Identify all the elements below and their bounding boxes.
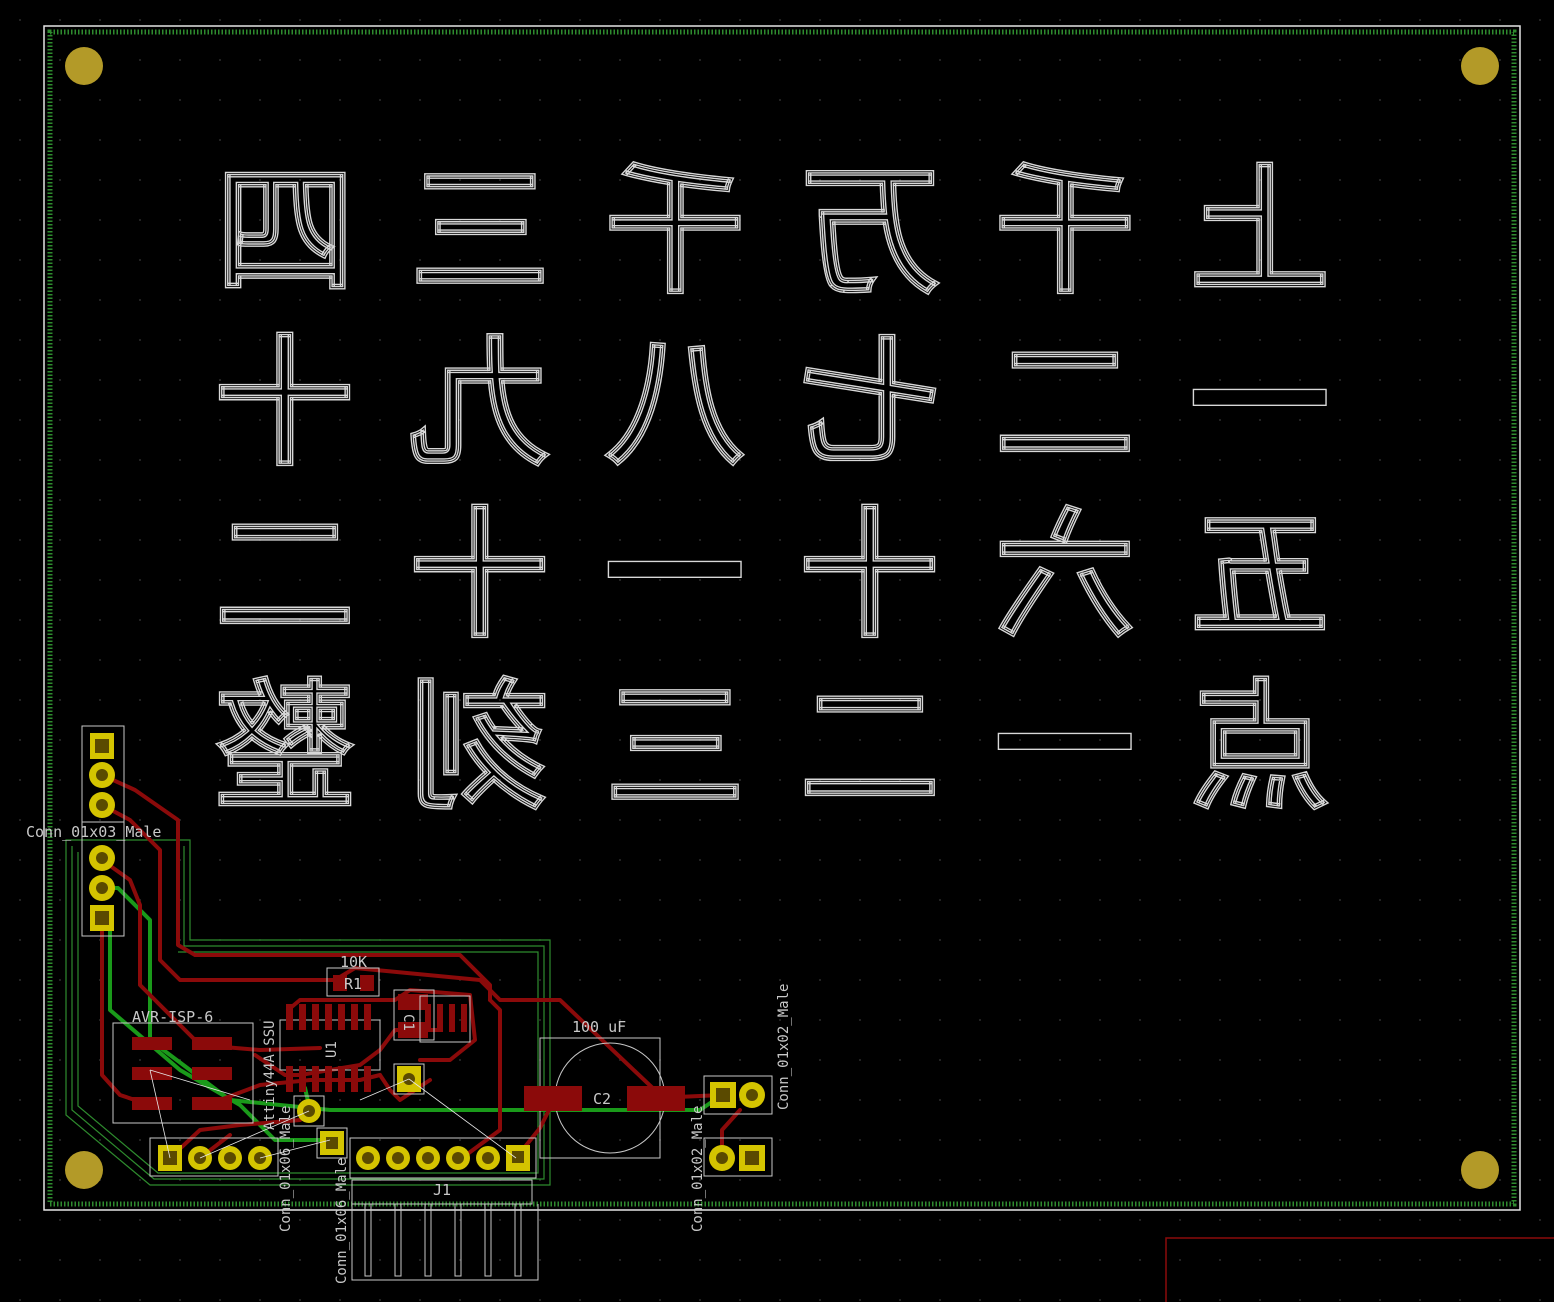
smd-pad[interactable] — [524, 1086, 582, 1111]
ic-pin-pad[interactable] — [286, 1066, 293, 1092]
header-pin-pad[interactable] — [739, 1082, 765, 1108]
artwork-glyph: 点 — [1190, 667, 1330, 830]
ic-pin-pad[interactable] — [299, 1066, 306, 1092]
artwork-glyph: 上 — [1190, 151, 1330, 314]
artwork-glyph: 五 — [1190, 495, 1330, 658]
header-pin-pad[interactable] — [89, 845, 115, 871]
ic-pin-pad[interactable] — [364, 1066, 371, 1092]
ic-pin-pad[interactable] — [312, 1004, 319, 1030]
header-pin-pad[interactable] — [416, 1146, 440, 1170]
artwork-glyph: 十 — [800, 495, 940, 658]
artwork-glyph: 万 — [800, 151, 940, 314]
ic-pin-pad[interactable] — [338, 1004, 345, 1030]
mounting-hole[interactable] — [1461, 1151, 1499, 1189]
artwork-glyph: 二 — [995, 323, 1135, 486]
artwork-glyph: 七 — [800, 323, 940, 486]
artwork-glyph: 二 — [800, 667, 940, 830]
mounting-hole[interactable] — [65, 47, 103, 85]
smd-pad[interactable] — [192, 1067, 232, 1080]
artwork-glyph: 千 — [605, 151, 745, 314]
ic-pin-pad[interactable] — [351, 1004, 358, 1030]
artwork-glyph: 一 — [605, 495, 745, 658]
artwork-glyph: 六 — [995, 495, 1135, 658]
ic-pin-pad[interactable] — [286, 1004, 293, 1030]
ic-pin-pad[interactable] — [299, 1004, 306, 1030]
r1-value-label: 10K — [340, 953, 367, 971]
ic-pin-pad[interactable] — [325, 1004, 332, 1030]
header-pin-pad[interactable] — [446, 1146, 470, 1170]
header-pin-pad[interactable] — [89, 792, 115, 818]
header-pin-pad[interactable] — [90, 905, 114, 931]
conn-01x03-label: Conn_01x03_Male — [26, 823, 161, 841]
r1-ref-label: R1 — [344, 975, 362, 993]
avr-isp-label: AVR-ISP-6 — [132, 1008, 213, 1026]
header-pin-pad[interactable] — [709, 1145, 735, 1171]
smd-pad[interactable] — [192, 1097, 232, 1110]
artwork-glyph: 一 — [1190, 323, 1330, 486]
smd-pad[interactable] — [425, 1004, 431, 1032]
smd-pad[interactable] — [461, 1004, 467, 1032]
artwork-glyph: 十 — [215, 323, 355, 486]
test-pad[interactable] — [316, 1127, 348, 1159]
conn-01x02-label: Conn_01x02_Male — [776, 984, 792, 1110]
j1-ref-label: J1 — [433, 1181, 451, 1199]
conn-01x02-label: Conn_01x02_Male — [690, 1106, 706, 1232]
header-pin-pad[interactable] — [89, 875, 115, 901]
j1-value-label: Conn_01x06_Male — [334, 1158, 350, 1284]
header-pin-pad[interactable] — [476, 1146, 500, 1170]
artwork-glyph: 刻 — [410, 667, 550, 830]
pcb-layout-view: 四三千万千上十九八七二一二十一十六五整刻三二一点 Conn_01x03_Male… — [0, 0, 1554, 1302]
conn-01x06-label: Conn_01x06_Male — [278, 1106, 294, 1232]
artwork-glyph: 一 — [995, 667, 1135, 830]
artwork-glyph: 八 — [604, 323, 745, 486]
ic-pin-pad[interactable] — [351, 1066, 358, 1092]
ic-pin-pad[interactable] — [312, 1066, 319, 1092]
header-pin-pad[interactable] — [218, 1146, 242, 1170]
artwork-glyph: 十 — [410, 495, 550, 658]
c1-ref-label: C1 — [400, 1014, 416, 1031]
c2-ref-label: C2 — [593, 1090, 611, 1108]
ic-pin-pad[interactable] — [325, 1066, 332, 1092]
smd-pad[interactable] — [437, 1004, 443, 1032]
mounting-hole[interactable] — [1461, 47, 1499, 85]
artwork-glyph: 九 — [410, 323, 550, 486]
header-pin-pad[interactable] — [89, 762, 115, 788]
ic-pin-pad[interactable] — [364, 1004, 371, 1030]
u1-value-label: Attiny44A-SSU — [262, 1020, 278, 1130]
header-pin-pad[interactable] — [710, 1082, 736, 1108]
u1-ref-label: U1 — [324, 1041, 340, 1058]
smd-pad[interactable] — [192, 1037, 232, 1050]
artwork-glyph: 二 — [215, 495, 355, 658]
artwork-glyph: 整 — [215, 667, 355, 830]
artwork-glyph: 千 — [995, 151, 1135, 314]
header-pin-pad[interactable] — [90, 733, 114, 759]
ic-pin-pad[interactable] — [338, 1066, 345, 1092]
smd-pad[interactable] — [360, 975, 374, 991]
smd-pad[interactable] — [132, 1037, 172, 1050]
smd-pad[interactable] — [627, 1086, 685, 1111]
smd-pad[interactable] — [132, 1097, 172, 1110]
artwork-glyph: 三 — [410, 151, 550, 314]
header-pin-pad[interactable] — [506, 1145, 530, 1171]
smd-pad[interactable] — [449, 1004, 455, 1032]
header-pin-pad[interactable] — [386, 1146, 410, 1170]
mounting-hole[interactable] — [65, 1151, 103, 1189]
artwork-glyph: 三 — [605, 667, 745, 830]
artwork-glyph: 四 — [215, 151, 355, 314]
header-pin-pad[interactable] — [739, 1145, 765, 1171]
header-pin-pad[interactable] — [356, 1146, 380, 1170]
c2-value-label: 100 uF — [572, 1018, 626, 1036]
